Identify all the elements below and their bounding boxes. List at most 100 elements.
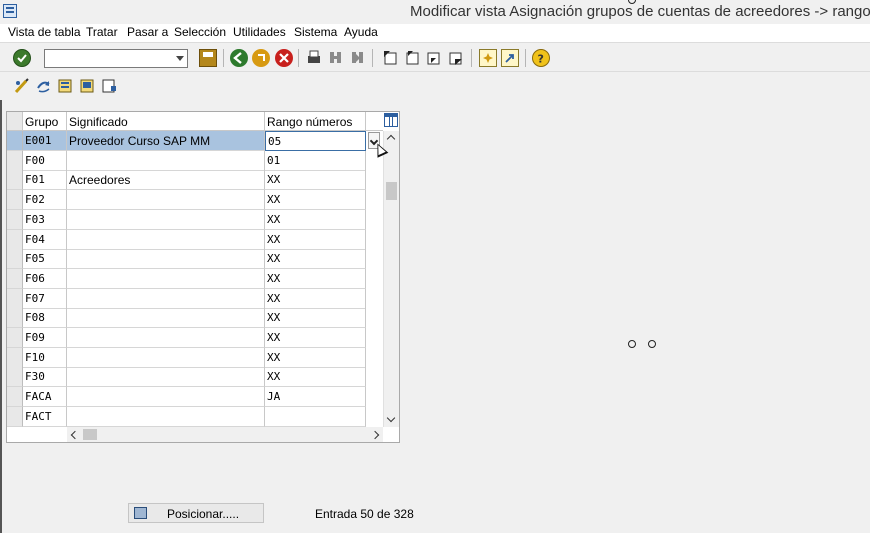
row-selector[interactable] <box>7 150 23 171</box>
row-selector[interactable] <box>7 209 23 230</box>
column-header-significado[interactable]: Significado <box>67 112 265 131</box>
menu-ayuda[interactable]: Ayuda <box>344 25 378 39</box>
row-selector[interactable] <box>7 308 23 329</box>
print-icon[interactable] <box>305 49 323 67</box>
scroll-left-icon[interactable] <box>67 427 81 442</box>
row-selector[interactable] <box>7 367 23 388</box>
cell-rango-numeros[interactable]: XX <box>265 249 366 270</box>
cell-significado[interactable] <box>67 288 265 309</box>
cell-grupo[interactable]: F10 <box>23 347 67 368</box>
column-header-rango-numeros[interactable]: Rango números <box>265 112 366 131</box>
row-selector[interactable] <box>7 190 23 211</box>
last-page-icon[interactable] <box>447 49 465 67</box>
shortcut-icon[interactable] <box>501 49 519 67</box>
cell-rango-numeros[interactable]: XX <box>265 367 366 388</box>
cell-grupo[interactable]: E001 <box>23 131 67 151</box>
cell-significado[interactable]: Acreedores <box>67 170 265 191</box>
menu-sistema[interactable]: Sistema <box>294 25 337 39</box>
cell-grupo[interactable]: F00 <box>23 150 67 171</box>
row-selector[interactable] <box>7 406 23 427</box>
cell-significado[interactable] <box>67 150 265 171</box>
scroll-right-icon[interactable] <box>369 427 383 442</box>
back-icon[interactable] <box>230 49 248 67</box>
row-selector[interactable] <box>7 249 23 270</box>
cell-rango-numeros[interactable]: 05 <box>265 131 366 151</box>
cell-significado[interactable] <box>67 209 265 230</box>
exit-icon[interactable] <box>252 49 270 67</box>
cell-significado[interactable] <box>67 367 265 388</box>
row-selector[interactable] <box>7 347 23 368</box>
vertical-scroll-thumb[interactable] <box>386 182 397 200</box>
cell-grupo[interactable]: F06 <box>23 268 67 289</box>
cancel-icon[interactable] <box>275 49 293 67</box>
horizontal-scrollbar[interactable] <box>67 427 383 442</box>
first-page-icon[interactable] <box>381 49 399 67</box>
find-icon[interactable] <box>327 49 345 67</box>
vertical-scrollbar[interactable] <box>383 131 399 427</box>
cell-rango-numeros[interactable]: XX <box>265 190 366 211</box>
cell-rango-numeros[interactable]: XX <box>265 308 366 329</box>
cell-rango-numeros[interactable]: XX <box>265 347 366 368</box>
cell-significado[interactable] <box>67 347 265 368</box>
row-selector[interactable] <box>7 131 23 151</box>
cell-grupo[interactable]: F02 <box>23 190 67 211</box>
find-next-icon[interactable] <box>349 49 367 67</box>
menu-seleccion[interactable]: Selección <box>174 25 226 39</box>
cell-grupo[interactable]: F07 <box>23 288 67 309</box>
select-all-rows-header[interactable] <box>7 112 23 131</box>
deselect-all-icon[interactable] <box>100 77 118 95</box>
cell-grupo[interactable]: F09 <box>23 328 67 348</box>
cell-significado[interactable] <box>67 308 265 329</box>
cell-grupo[interactable]: FACA <box>23 387 67 408</box>
row-selector[interactable] <box>7 288 23 309</box>
menu-utilidades[interactable]: Utilidades <box>233 25 286 39</box>
menu-tratar[interactable]: Tratar <box>86 25 118 39</box>
command-field[interactable] <box>44 49 188 68</box>
other-view-icon[interactable] <box>35 77 53 95</box>
column-header-grupo[interactable]: Grupo <box>23 112 67 131</box>
cell-rango-numeros[interactable]: 01 <box>265 150 366 171</box>
chevron-down-icon[interactable] <box>173 50 187 67</box>
row-selector[interactable] <box>7 387 23 408</box>
next-page-icon[interactable] <box>425 49 443 67</box>
cell-significado[interactable] <box>67 328 265 348</box>
cell-rango-numeros[interactable]: XX <box>265 328 366 348</box>
cell-significado[interactable] <box>67 229 265 250</box>
cell-rango-numeros[interactable] <box>265 406 366 427</box>
posicionar-button[interactable]: Posicionar..... <box>128 503 264 523</box>
display-change-icon[interactable] <box>13 77 31 95</box>
select-block-icon[interactable] <box>78 77 96 95</box>
horizontal-scroll-thumb[interactable] <box>83 429 97 440</box>
row-selector[interactable] <box>7 328 23 348</box>
cell-significado[interactable] <box>67 190 265 211</box>
menu-pasar-a[interactable]: Pasar a <box>127 25 168 39</box>
cell-rango-numeros[interactable]: JA <box>265 387 366 408</box>
cell-grupo[interactable]: F04 <box>23 229 67 250</box>
cell-rango-numeros[interactable]: XX <box>265 229 366 250</box>
create-session-icon[interactable] <box>479 49 497 67</box>
save-icon[interactable] <box>199 49 217 67</box>
previous-page-icon[interactable] <box>403 49 421 67</box>
cell-significado[interactable] <box>67 406 265 427</box>
cell-rango-numeros[interactable]: XX <box>265 170 366 191</box>
enter-check-icon[interactable] <box>13 49 31 67</box>
menu-vista-de-tabla[interactable]: Vista de tabla <box>8 25 81 39</box>
cell-grupo[interactable]: F05 <box>23 249 67 270</box>
cell-significado[interactable]: Proveedor Curso SAP MM <box>67 131 265 151</box>
table-settings-icon[interactable] <box>384 113 398 127</box>
cell-grupo[interactable]: F08 <box>23 308 67 329</box>
cell-rango-numeros[interactable]: XX <box>265 268 366 289</box>
scroll-up-icon[interactable] <box>384 131 399 145</box>
row-selector[interactable] <box>7 229 23 250</box>
cell-grupo[interactable]: F01 <box>23 170 67 191</box>
row-selector[interactable] <box>7 170 23 191</box>
cell-significado[interactable] <box>67 249 265 270</box>
cell-significado[interactable] <box>67 387 265 408</box>
cell-grupo[interactable]: F30 <box>23 367 67 388</box>
scroll-down-icon[interactable] <box>384 413 399 427</box>
cell-grupo[interactable]: F03 <box>23 209 67 230</box>
cell-grupo[interactable]: FACT <box>23 406 67 427</box>
row-selector[interactable] <box>7 268 23 289</box>
select-all-icon[interactable] <box>56 77 74 95</box>
help-icon[interactable]: ? <box>532 49 550 67</box>
